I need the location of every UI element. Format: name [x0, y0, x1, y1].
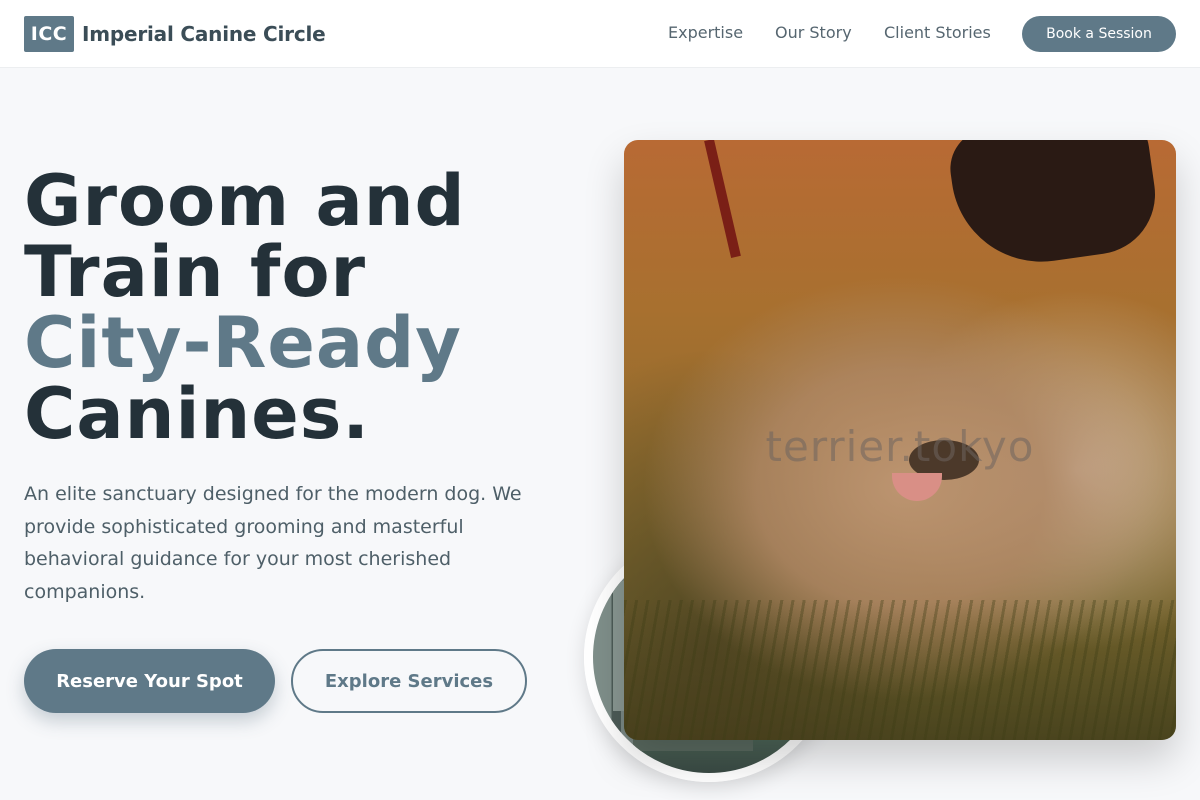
nav-link-client-stories[interactable]: Client Stories [884, 22, 991, 44]
photo-watermark: terrier.tokyo [765, 422, 1035, 471]
nav-link-our-story[interactable]: Our Story [775, 22, 852, 44]
photo-grass [624, 600, 1176, 740]
photo-handler-sleeve [945, 140, 1163, 274]
headline-line-3-accent: City-Ready [24, 302, 462, 384]
headline-line-2: Train for [24, 231, 367, 313]
logo-badge: ICC [24, 16, 74, 52]
photo-dog-tongue [892, 473, 942, 501]
brand-logo[interactable]: ICC Imperial Canine Circle [24, 16, 326, 52]
hero-subtitle: An elite sanctuary designed for the mode… [24, 483, 522, 603]
headline-line-4: Canines. [24, 373, 371, 455]
site-header: ICC Imperial Canine Circle Expertise Our… [0, 0, 1200, 68]
nav-link-expertise[interactable]: Expertise [668, 22, 743, 44]
headline-line-1: Groom and [24, 160, 466, 242]
explore-services-button[interactable]: Explore Services [291, 649, 527, 713]
brand-name: Imperial Canine Circle [82, 22, 326, 46]
hero-dog-photo: terrier.tokyo [624, 140, 1176, 740]
photo-leash [704, 140, 741, 259]
hero-headline: Groom and Train for City-Ready Canines. [24, 166, 584, 450]
book-session-button[interactable]: Book a Session [1022, 16, 1176, 52]
reserve-spot-button[interactable]: Reserve Your Spot [24, 649, 275, 713]
